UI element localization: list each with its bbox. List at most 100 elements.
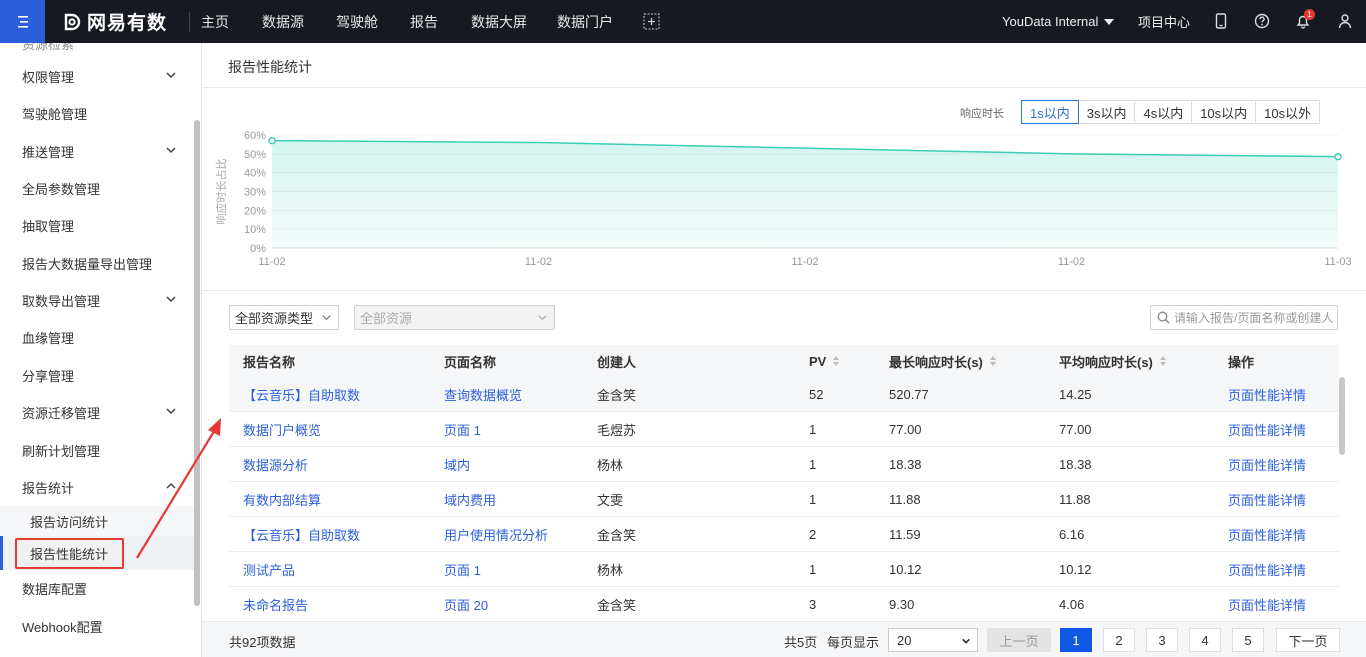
page-1-button[interactable]: 1 [1060,628,1092,652]
nav-cockpit[interactable]: 驾驶舱 [336,12,378,32]
sidebar-item-fetch-export[interactable]: 取数导出管理 [0,282,195,319]
report-name-link[interactable]: 【云音乐】自助取数 [243,377,360,412]
prev-page-button[interactable]: 上一页 [987,628,1051,652]
caret-down-icon [1104,18,1115,25]
resource-select[interactable]: 全部资源 [354,305,555,330]
page-name-link[interactable]: 域内费用 [444,482,496,517]
org-switcher[interactable]: YouData Internal [1002,0,1115,43]
col-pv[interactable]: PV [809,345,840,377]
page-name-link[interactable]: 用户使用情况分析 [444,517,548,552]
sidebar-item-db-config[interactable]: 数据库配置 [0,570,195,607]
page-5-button[interactable]: 5 [1232,628,1264,652]
sidebar-item-label: 权限管理 [22,70,75,85]
sidebar-item-push[interactable]: 推送管理 [0,133,195,170]
sidebar-item-label: 资源迁移管理 [22,406,101,421]
report-name-link[interactable]: 未命名报告 [243,587,308,622]
page-3-button[interactable]: 3 [1146,628,1178,652]
report-name-link[interactable]: 有数内部结算 [243,482,321,517]
nav-home[interactable]: 主页 [201,12,229,32]
menu-toggle-button[interactable] [0,0,45,43]
col-avg-time[interactable]: 平均响应时长(s) [1059,345,1167,377]
chevron-down-icon [962,638,970,644]
main-content: 报告性能统计 响应时长 1s以内 3s以内 4s以内 10s以内 10s以外 0… [202,43,1366,657]
search-input[interactable]: 请输入报告/页面名称或创建人 [1150,305,1338,330]
report-name-link[interactable]: 测试产品 [243,552,295,587]
nav-data-portal[interactable]: 数据门户 [557,12,613,32]
creator-cell: 毛煜苏 [597,423,637,438]
project-center-link[interactable]: 项目中心 [1138,0,1190,43]
per-page-select[interactable]: 20 [888,628,978,652]
user-button[interactable] [1337,13,1353,32]
sidebar-item-lineage[interactable]: 血缘管理 [0,319,195,356]
filter-4s-button[interactable]: 4s以内 [1134,100,1193,124]
page-title: 报告性能统计 [228,59,312,75]
page-name-link[interactable]: 页面 1 [444,552,481,587]
nav-datasource[interactable]: 数据源 [262,12,304,32]
perf-detail-link[interactable]: 页面性能详情 [1228,447,1306,482]
sidebar-item-label: 报告统计 [22,481,75,496]
page-4-button[interactable]: 4 [1189,628,1221,652]
page-name-link[interactable]: 查询数据概览 [444,377,522,412]
sidebar-item-big-export[interactable]: 报告大数据量导出管理 [0,245,195,282]
pv-cell: 1 [809,562,817,577]
notification-button[interactable]: 1 [1295,9,1315,32]
data-point [1334,152,1342,161]
avg-time-cell: 14.25 [1059,387,1092,402]
mobile-button[interactable] [1215,13,1227,32]
perf-detail-link[interactable]: 页面性能详情 [1228,587,1306,622]
nav-big-screen[interactable]: 数据大屏 [471,12,527,32]
creator-cell: 文雯 [597,493,624,508]
resource-type-select[interactable]: 全部资源类型 [229,305,339,330]
perf-detail-link[interactable]: 页面性能详情 [1228,377,1306,412]
sidebar-item-label: Webhook配置 [22,620,103,635]
next-page-button[interactable]: 下一页 [1276,628,1340,652]
page-2-button[interactable]: 2 [1103,628,1135,652]
report-name-link[interactable]: 【云音乐】自助取数 [243,517,360,552]
table-scrollbar[interactable] [1339,377,1345,455]
sidebar-item-extract[interactable]: 抽取管理 [0,207,195,244]
page-name-link[interactable]: 页面 20 [444,587,488,622]
chevron-down-icon [322,315,331,321]
max-time-cell: 10.12 [889,562,922,577]
sidebar-item-permission[interactable]: 权限管理 [0,58,195,95]
help-button[interactable] [1254,13,1270,32]
add-tab-button[interactable] [643,13,660,33]
avg-time-cell: 4.06 [1059,597,1085,612]
sidebar-item-label: 资源检索 [22,43,75,52]
chevron-down-icon [166,72,176,79]
search-icon [1157,311,1170,324]
data-point [268,136,276,145]
brand-logo[interactable]: 网易有数 [62,8,167,35]
page-name-link[interactable]: 页面 1 [444,412,481,447]
col-page-name: 页面名称 [444,354,497,370]
col-max-time[interactable]: 最长响应时长(s) [889,345,997,377]
perf-detail-link[interactable]: 页面性能详情 [1228,482,1306,517]
sidebar-item-webhook[interactable]: Webhook配置 [0,608,195,645]
pv-cell: 1 [809,492,817,507]
y-tick-label: 30% [244,187,266,199]
top-navbar: 网易有数 主页 数据源 驾驶舱 报告 数据大屏 数据门户 YouData Int… [0,0,1366,43]
table-row: 未命名报告 页面 20 金含笑 3 9.30 4.06 页面性能详情 [229,587,1339,622]
perf-detail-link[interactable]: 页面性能详情 [1228,412,1306,447]
filter-1s-button[interactable]: 1s以内 [1021,100,1079,124]
page-name-link[interactable]: 域内 [444,447,470,482]
sidebar-item-cockpit[interactable]: 驾驶舱管理 [0,95,195,132]
report-name-link[interactable]: 数据源分析 [243,447,308,482]
creator-cell: 金含笑 [597,388,637,403]
filter-10s-button[interactable]: 10s以内 [1191,100,1257,124]
col-creator: 创建人 [597,354,637,370]
creator-cell: 杨林 [597,458,624,473]
resource-type-value: 全部资源类型 [235,311,314,326]
y-tick-label: 20% [244,205,266,217]
filter-over-10s-button[interactable]: 10s以外 [1255,100,1321,124]
sidebar-item-label: 全局参数管理 [22,182,101,197]
nav-report[interactable]: 报告 [410,12,438,32]
sidebar-item-share[interactable]: 分享管理 [0,357,195,394]
sidebar-item-global-params[interactable]: 全局参数管理 [0,170,195,207]
total-count: 共92项数据 [229,635,296,650]
pv-cell: 52 [809,387,824,402]
filter-3s-button[interactable]: 3s以内 [1077,100,1136,124]
report-name-link[interactable]: 数据门户概览 [243,412,321,447]
perf-detail-link[interactable]: 页面性能详情 [1228,517,1306,552]
perf-detail-link[interactable]: 页面性能详情 [1228,552,1306,587]
